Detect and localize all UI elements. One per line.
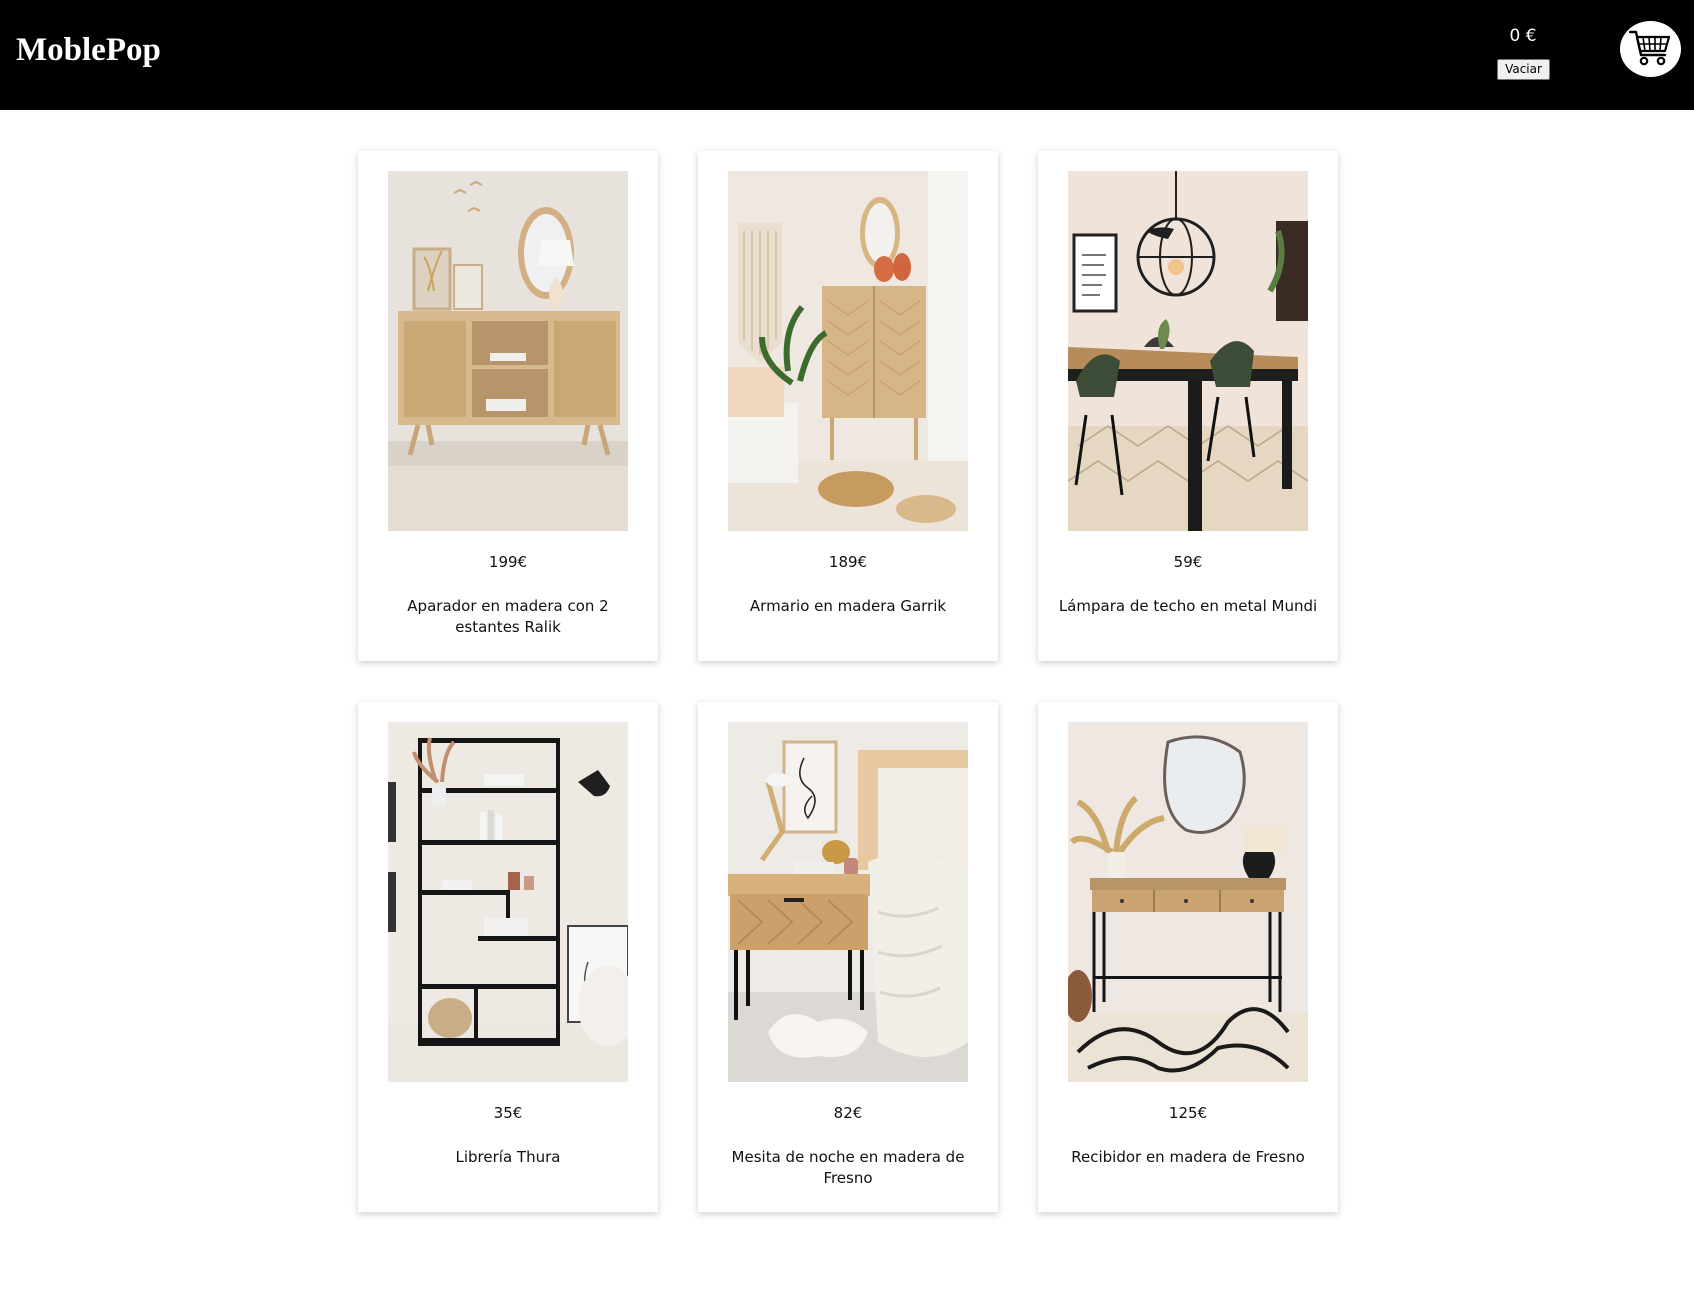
ceiling-lamp-photo[interactable] — [1068, 171, 1308, 531]
product-price: 199€ — [488, 553, 528, 571]
site-header: MoblePop 0 € Vaciar — [0, 0, 1694, 110]
cart-button[interactable] — [1620, 21, 1681, 77]
product-price: 35€ — [493, 1104, 523, 1122]
empty-cart-button[interactable]: Vaciar — [1497, 59, 1550, 80]
product-card[interactable]: 82€ Mesita de noche en madera de Fresno — [698, 702, 998, 1212]
product-name[interactable]: Armario en madera Garrik — [714, 596, 982, 617]
cart-total: 0 € — [1509, 26, 1537, 46]
product-price: 189€ — [828, 553, 868, 571]
console-table-photo[interactable] — [1068, 722, 1308, 1082]
product-card[interactable]: 35€ Librería Thura — [358, 702, 658, 1212]
product-card[interactable]: 59€ Lámpara de techo en metal Mundi — [1038, 151, 1338, 661]
shopping-cart-icon — [1629, 30, 1671, 66]
product-price: 82€ — [833, 1104, 863, 1122]
product-price: 125€ — [1168, 1104, 1208, 1122]
product-price: 59€ — [1173, 553, 1203, 571]
product-card[interactable]: 189€ Armario en madera Garrik — [698, 151, 998, 661]
brand-logo[interactable]: MoblePop — [16, 30, 161, 70]
nightstand-photo[interactable] — [728, 722, 968, 1082]
product-name[interactable]: Aparador en madera con 2 estantes Ralik — [374, 596, 642, 638]
product-card[interactable]: 199€ Aparador en madera con 2 estantes R… — [358, 151, 658, 661]
sideboard-photo[interactable] — [388, 171, 628, 531]
cabinet-photo[interactable] — [728, 171, 968, 531]
product-card[interactable]: 125€ Recibidor en madera de Fresno — [1038, 702, 1338, 1212]
product-name[interactable]: Recibidor en madera de Fresno — [1054, 1147, 1322, 1168]
product-name[interactable]: Librería Thura — [374, 1147, 642, 1168]
product-name[interactable]: Mesita de noche en madera de Fresno — [714, 1147, 982, 1189]
product-name[interactable]: Lámpara de techo en metal Mundi — [1054, 596, 1322, 617]
bookcase-photo[interactable] — [388, 722, 628, 1082]
